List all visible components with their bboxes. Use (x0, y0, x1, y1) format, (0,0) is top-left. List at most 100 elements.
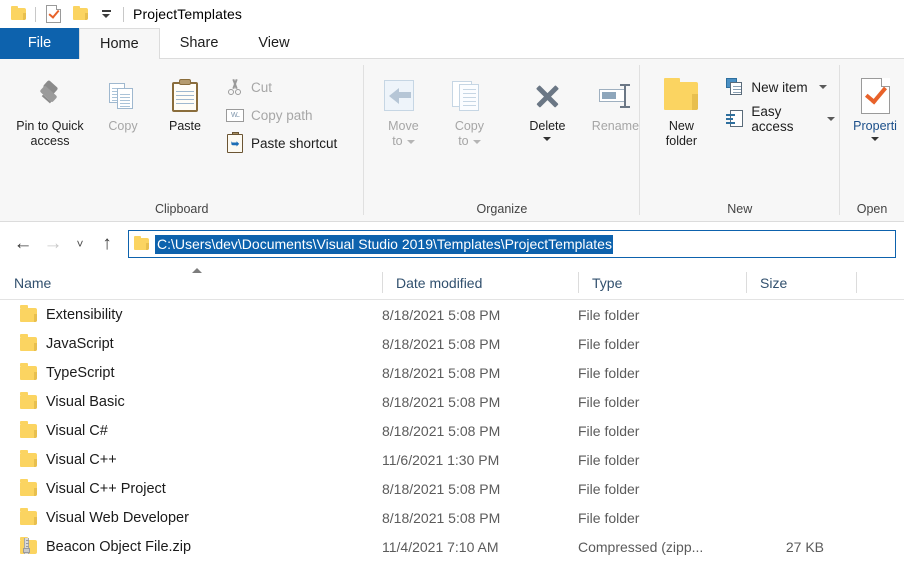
column-header-type-label: Type (592, 275, 622, 291)
new-folder-icon (664, 73, 698, 119)
table-row[interactable]: Visual C++11/6/2021 1:30 PMFile folder (0, 445, 904, 474)
table-row[interactable]: Visual C#8/18/2021 5:08 PMFile folder (0, 416, 904, 445)
table-row[interactable]: TypeScript8/18/2021 5:08 PMFile folder (0, 358, 904, 387)
up-button[interactable]: ↑ (92, 229, 122, 259)
file-type-cell: File folder (578, 365, 746, 381)
copy-to-label-line1: Copy (430, 119, 508, 134)
column-header-size[interactable]: Size (746, 266, 856, 299)
easy-access-label: Easy access (751, 104, 816, 134)
new-folder-button[interactable]: New folder (644, 67, 718, 149)
file-name-cell[interactable]: Visual C# (0, 423, 382, 439)
copy-path-button[interactable]: W... Copy path (222, 103, 341, 127)
file-date-cell: 8/18/2021 5:08 PM (382, 336, 578, 352)
ribbon-group-open: Properti Open (840, 59, 904, 221)
file-name-label: Visual Basic (46, 394, 125, 410)
file-name-cell[interactable]: JavaScript (0, 336, 382, 352)
table-row[interactable]: Visual C++ Project8/18/2021 5:08 PMFile … (0, 474, 904, 503)
copy-pages-icon (108, 73, 138, 119)
new-folder-label-line1: New (642, 119, 720, 134)
properties-chevron-down-icon[interactable] (871, 137, 879, 141)
easy-access-button[interactable]: Easy access (722, 107, 839, 131)
paste-shortcut-label: Paste shortcut (251, 136, 337, 151)
cut-button[interactable]: Cut (222, 75, 341, 99)
tab-file[interactable]: File (0, 28, 79, 59)
file-size-cell: 27 KB (746, 539, 856, 555)
file-name-cell[interactable]: Visual Basic (0, 394, 382, 410)
column-header-size-label: Size (760, 275, 787, 291)
table-row[interactable]: Beacon Object File.zip11/4/2021 7:10 AMC… (0, 532, 904, 561)
new-item-button[interactable]: New item (722, 75, 839, 99)
move-to-button[interactable]: Move to (370, 67, 436, 149)
new-folder-label-line2: folder (642, 134, 720, 149)
new-folder-icon (73, 8, 88, 20)
file-date-cell: 11/6/2021 1:30 PM (382, 452, 578, 468)
quick-access-new-folder-icon[interactable] (70, 4, 90, 24)
folder-icon (20, 366, 37, 380)
tab-home[interactable]: Home (79, 28, 160, 59)
copy-to-button[interactable]: Copy to (436, 67, 502, 149)
column-header-spacer (856, 266, 904, 299)
file-type-cell: File folder (578, 307, 746, 323)
copy-to-icon (450, 73, 488, 119)
paste-button[interactable]: Paste (154, 67, 216, 134)
easy-access-chevron-down-icon[interactable] (827, 117, 835, 121)
pin-to-quick-access-button[interactable]: Pin to Quick access (8, 67, 92, 149)
move-to-icon (384, 73, 422, 119)
recent-locations-button[interactable]: ˅ (68, 229, 92, 259)
file-name-label: JavaScript (46, 336, 114, 352)
column-headers: Name Date modified Type Size (0, 266, 904, 300)
back-button[interactable]: ← (8, 229, 38, 259)
file-date-cell: 8/18/2021 5:08 PM (382, 307, 578, 323)
file-name-label: Visual C++ Project (46, 481, 166, 497)
pin-to-quick-access-label-line2: access (11, 134, 89, 149)
file-name-cell[interactable]: TypeScript (0, 365, 382, 381)
quick-access-folder-icon[interactable] (8, 4, 28, 24)
tab-view[interactable]: View (238, 28, 309, 59)
delete-label: Delete (508, 119, 586, 134)
rename-icon (598, 73, 632, 119)
copy-to-label-line2: to (458, 134, 468, 149)
column-header-date-modified-label: Date modified (396, 275, 482, 291)
delete-chevron-down-icon[interactable] (543, 137, 551, 141)
folder-icon (20, 308, 37, 322)
forward-button[interactable]: → (38, 229, 68, 259)
file-date-cell: 8/18/2021 5:08 PM (382, 365, 578, 381)
file-name-cell[interactable]: Visual Web Developer (0, 510, 382, 526)
table-row[interactable]: Extensibility8/18/2021 5:08 PMFile folde… (0, 300, 904, 329)
column-header-date-modified[interactable]: Date modified (382, 266, 578, 299)
properties-button[interactable]: Properti (840, 67, 904, 141)
table-row[interactable]: JavaScript 8/18/2021 5:08 PMFile folder (0, 329, 904, 358)
quick-access-properties-icon[interactable] (43, 4, 63, 24)
column-header-name-label: Name (14, 275, 51, 291)
new-item-chevron-down-icon[interactable] (819, 85, 827, 89)
column-header-type[interactable]: Type (578, 266, 746, 299)
paste-shortcut-button[interactable]: ➥ Paste shortcut (222, 131, 341, 155)
file-list[interactable]: Extensibility8/18/2021 5:08 PMFile folde… (0, 300, 904, 561)
file-name-cell[interactable]: Visual C++ Project (0, 481, 382, 497)
file-date-cell: 8/18/2021 5:08 PM (382, 423, 578, 439)
file-name-cell[interactable]: Visual C++ (0, 452, 382, 468)
clipboard-paste-icon (170, 73, 200, 119)
table-row[interactable]: Visual Basic8/18/2021 5:08 PMFile folder (0, 387, 904, 416)
folder-icon (20, 453, 37, 467)
cut-label: Cut (251, 80, 272, 95)
file-type-cell: File folder (578, 394, 746, 410)
delete-button[interactable]: Delete (514, 67, 580, 141)
folder-icon (20, 395, 37, 409)
scissors-icon (226, 78, 244, 96)
titlebar-divider-2 (123, 7, 124, 22)
address-input[interactable]: C:\Users\dev\Documents\Visual Studio 201… (128, 230, 896, 258)
folder-icon (20, 511, 37, 525)
copy-button[interactable]: Copy (92, 67, 154, 134)
customize-quick-access-toolbar-button[interactable] (96, 4, 116, 24)
group-label-clipboard: Clipboard (0, 199, 363, 221)
file-date-cell: 11/4/2021 7:10 AM (382, 539, 578, 555)
file-name-cell[interactable]: Extensibility (0, 307, 382, 323)
file-type-cell: File folder (578, 336, 746, 352)
tab-share[interactable]: Share (160, 28, 239, 59)
column-header-name[interactable]: Name (0, 266, 382, 299)
table-row[interactable]: Visual Web Developer8/18/2021 5:08 PMFil… (0, 503, 904, 532)
file-name-cell[interactable]: Beacon Object File.zip (0, 539, 382, 555)
file-type-cell: File folder (578, 510, 746, 526)
ribbon-group-new: New folder New item (640, 59, 839, 221)
